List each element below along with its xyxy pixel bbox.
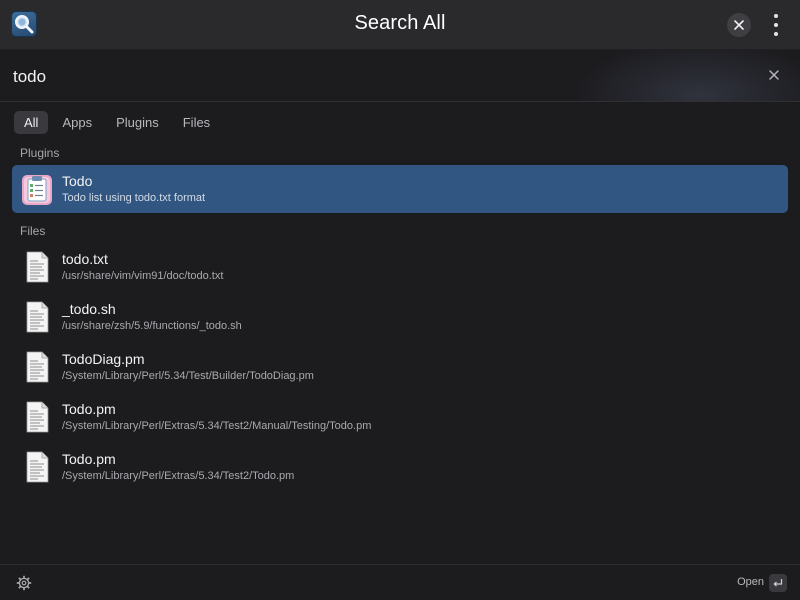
result-item-file[interactable]: _todo.sh /usr/share/zsh/5.9/functions/_t… (12, 293, 788, 341)
window-title: Search All (354, 12, 446, 34)
vertical-ellipsis-icon (774, 14, 778, 18)
settings-button[interactable] (16, 575, 32, 591)
section-label-plugins: Plugins (20, 146, 60, 160)
close-icon (734, 20, 744, 30)
title-bar: Search All (0, 0, 800, 50)
document-icon (20, 450, 54, 484)
menu-button[interactable] (766, 12, 786, 38)
result-subtitle: /usr/share/vim/vim91/doc/todo.txt (62, 270, 224, 282)
tab-files[interactable]: Files (173, 111, 220, 134)
result-title: todo.txt (62, 251, 108, 267)
result-item-file[interactable]: TodoDiag.pm /System/Library/Perl/5.34/Te… (12, 343, 788, 391)
close-button[interactable] (727, 13, 751, 37)
footer-bar: Open (0, 564, 800, 600)
document-icon (20, 350, 54, 384)
result-item-todo-plugin[interactable]: Todo Todo list using todo.txt format (12, 165, 788, 213)
result-title: TodoDiag.pm (62, 351, 145, 367)
tab-all[interactable]: All (14, 111, 49, 134)
search-input[interactable] (13, 64, 713, 90)
document-icon (20, 300, 54, 334)
result-title: Todo.pm (62, 451, 116, 467)
result-item-file[interactable]: todo.txt /usr/share/vim/vim91/doc/todo.t… (12, 243, 788, 291)
tab-plugins[interactable]: Plugins (106, 111, 169, 134)
open-action-label[interactable]: Open (737, 576, 764, 588)
gear-icon (16, 575, 32, 591)
tab-apps[interactable]: Apps (52, 111, 102, 134)
section-label-files: Files (20, 224, 46, 238)
document-icon (20, 400, 54, 434)
result-item-file[interactable]: Todo.pm /System/Library/Perl/Extras/5.34… (12, 443, 788, 491)
result-subtitle: /System/Library/Perl/Extras/5.34/Test2/M… (62, 420, 372, 432)
search-all-window: Search All All Apps Plugins Files P (0, 0, 800, 600)
result-subtitle: /System/Library/Perl/Extras/5.34/Test2/T… (62, 470, 295, 482)
result-subtitle: /usr/share/zsh/5.9/functions/_todo.sh (62, 320, 242, 332)
clipboard-icon (20, 172, 54, 206)
result-subtitle: /System/Library/Perl/5.34/Test/Builder/T… (62, 370, 314, 382)
filter-tabs: All Apps Plugins Files (14, 111, 224, 134)
document-icon (20, 250, 54, 284)
return-key-icon (769, 574, 787, 592)
result-item-file[interactable]: Todo.pm /System/Library/Perl/Extras/5.34… (12, 393, 788, 441)
clear-icon (769, 70, 779, 80)
search-bar (0, 50, 800, 102)
result-title: _todo.sh (62, 301, 116, 317)
clear-search-button[interactable] (765, 66, 783, 84)
result-title: Todo (62, 173, 93, 189)
result-subtitle: Todo list using todo.txt format (62, 192, 206, 204)
result-title: Todo.pm (62, 401, 116, 417)
